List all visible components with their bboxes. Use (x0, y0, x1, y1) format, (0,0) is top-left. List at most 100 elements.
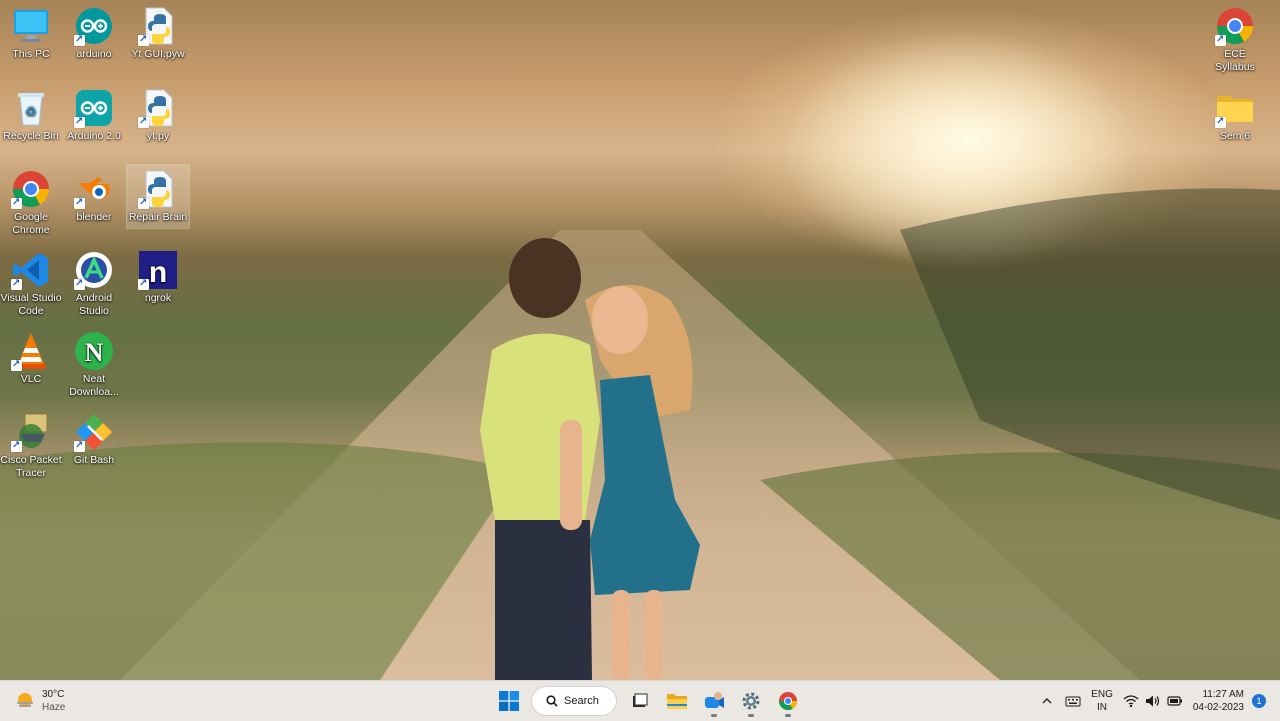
chevron-up-icon[interactable] (1041, 695, 1053, 707)
shortcut-arrow-icon (138, 115, 149, 128)
icon-label: Android Studio (75, 292, 113, 317)
icon-label: Git Bash (73, 454, 115, 466)
shortcut-arrow-icon (138, 277, 149, 290)
svg-text:n: n (149, 256, 167, 289)
chrome-taskbar-button[interactable] (772, 685, 804, 717)
search-icon (546, 695, 558, 707)
desktop-icon-ece-syllabus[interactable]: ECE Syllabus (1204, 6, 1266, 74)
clock[interactable]: 11:27 AM 04-02-2023 (1193, 688, 1244, 714)
running-indicator (784, 714, 791, 717)
shortcut-arrow-icon (74, 115, 85, 128)
desktop-icon-recycle-bin[interactable]: ♻ Recycle Bin (0, 88, 62, 143)
taskbar: 30°C Haze Search ENG IN 11:27 AM 04-02-2… (0, 680, 1280, 721)
wifi-icon[interactable] (1123, 694, 1139, 708)
python-file-icon (138, 88, 178, 128)
blender-icon (74, 169, 114, 209)
file-explorer-button[interactable] (661, 685, 693, 717)
shortcut-arrow-icon (74, 277, 85, 290)
arduino-icon (74, 6, 114, 46)
system-tray: ENG IN 11:27 AM 04-02-2023 1 (1041, 681, 1280, 721)
desktop-icon-google-chrome[interactable]: Google Chrome (0, 169, 62, 237)
folder-icon (1215, 88, 1255, 128)
shortcut-arrow-icon (11, 196, 22, 209)
desktop-icon-this-pc[interactable]: This PC (0, 6, 62, 61)
neat-download-icon: N (74, 331, 114, 371)
windows-icon (498, 691, 519, 711)
running-indicator (710, 714, 717, 717)
icon-label: Google Chrome (12, 211, 50, 236)
icon-label: Yt GUI.pyw (131, 48, 185, 60)
shortcut-arrow-icon (1215, 33, 1226, 46)
search-label: Search (564, 695, 599, 707)
language-indicator[interactable]: ENG IN (1091, 688, 1113, 714)
shortcut-arrow-icon (74, 439, 85, 452)
settings-button[interactable] (735, 685, 767, 717)
desktop-icon-yt-gui[interactable]: Yt GUI.pyw (127, 6, 189, 61)
camera-chat-icon (704, 692, 724, 708)
shortcut-arrow-icon (74, 196, 85, 209)
taskbar-apps: Search (490, 685, 806, 717)
desktop-icon-repair-brain[interactable]: Repair Brain (126, 164, 190, 229)
gear-icon (742, 692, 759, 710)
vlc-icon (11, 331, 51, 371)
volume-icon[interactable] (1145, 694, 1161, 708)
wallpaper-scene (0, 10, 1280, 680)
clock-date: 04-02-2023 (1192, 702, 1244, 713)
icon-label: This PC (12, 48, 50, 60)
teams-chat-button[interactable] (698, 685, 730, 717)
desktop-icon-vscode[interactable]: Visual Studio Code (0, 250, 62, 318)
chrome-icon (1215, 6, 1255, 46)
icon-label: blender (76, 211, 112, 223)
battery-icon[interactable] (1167, 695, 1183, 707)
weather-widget[interactable]: 30°C Haze (14, 687, 65, 715)
taskbar-search[interactable]: Search (531, 686, 617, 716)
keyboard-icon[interactable] (1065, 695, 1081, 707)
desktop-icon-ngrok[interactable]: n ngrok (127, 250, 189, 305)
notification-badge[interactable]: 1 (1252, 694, 1266, 708)
recycle-bin-icon: ♻ (11, 88, 51, 128)
start-button[interactable] (493, 685, 525, 717)
weather-temperature: 30°C (42, 689, 65, 700)
desktop-icon-blender[interactable]: blender (63, 169, 125, 224)
icon-label: Repair Brain (128, 211, 188, 223)
icon-label: Neat Downloa... (69, 373, 119, 398)
desktop-icon-git-bash[interactable]: Git Bash (63, 412, 125, 467)
shortcut-arrow-icon (1215, 115, 1226, 128)
icon-label: Arduino 2.0 (67, 130, 121, 142)
shortcut-arrow-icon (74, 33, 85, 46)
icon-label: Recycle Bin (3, 130, 59, 142)
task-view-button[interactable] (624, 685, 656, 717)
file-explorer-icon (666, 694, 687, 709)
icon-label: ngrok (144, 292, 172, 304)
icon-label: ECE Syllabus (1215, 48, 1255, 73)
desktop-icon-neat-download[interactable]: N Neat Downloa... (63, 331, 125, 399)
running-indicator (747, 714, 754, 717)
desktop-wallpaper (0, 0, 1280, 680)
task-view-icon (632, 693, 647, 707)
icon-label: VLC (20, 373, 42, 385)
vscode-icon (11, 250, 51, 290)
weather-condition: Haze (42, 702, 66, 713)
language-code: ENG (1091, 689, 1113, 700)
desktop-icon-arduino-2[interactable]: Arduino 2.0 (63, 88, 125, 143)
python-file-icon (138, 6, 178, 46)
ngrok-icon: n (138, 250, 178, 290)
desktop-icon-arduino[interactable]: arduino (63, 6, 125, 61)
desktop-icon-android-studio[interactable]: Android Studio (63, 250, 125, 318)
desktop-icon-vlc[interactable]: VLC (0, 331, 62, 386)
computer-icon (11, 6, 51, 46)
region-code: IN (1097, 702, 1107, 713)
desktop-icon-cisco-packet-tracer[interactable]: Cisco Packet Tracer (0, 412, 62, 480)
svg-text:N: N (85, 338, 104, 367)
desktop-icon-yt-py[interactable]: yt.py (127, 88, 189, 143)
chrome-icon (11, 169, 51, 209)
python-file-icon (138, 169, 178, 209)
git-bash-icon (74, 412, 114, 452)
desktop-icon-sem-6[interactable]: Sem 6 (1204, 88, 1266, 143)
chrome-icon (778, 692, 797, 711)
icon-label: arduino (76, 48, 112, 60)
shortcut-arrow-icon (11, 358, 22, 371)
icon-label: Cisco Packet Tracer (0, 454, 62, 479)
shortcut-arrow-icon (11, 277, 22, 290)
icon-label: yt.py (146, 130, 170, 142)
